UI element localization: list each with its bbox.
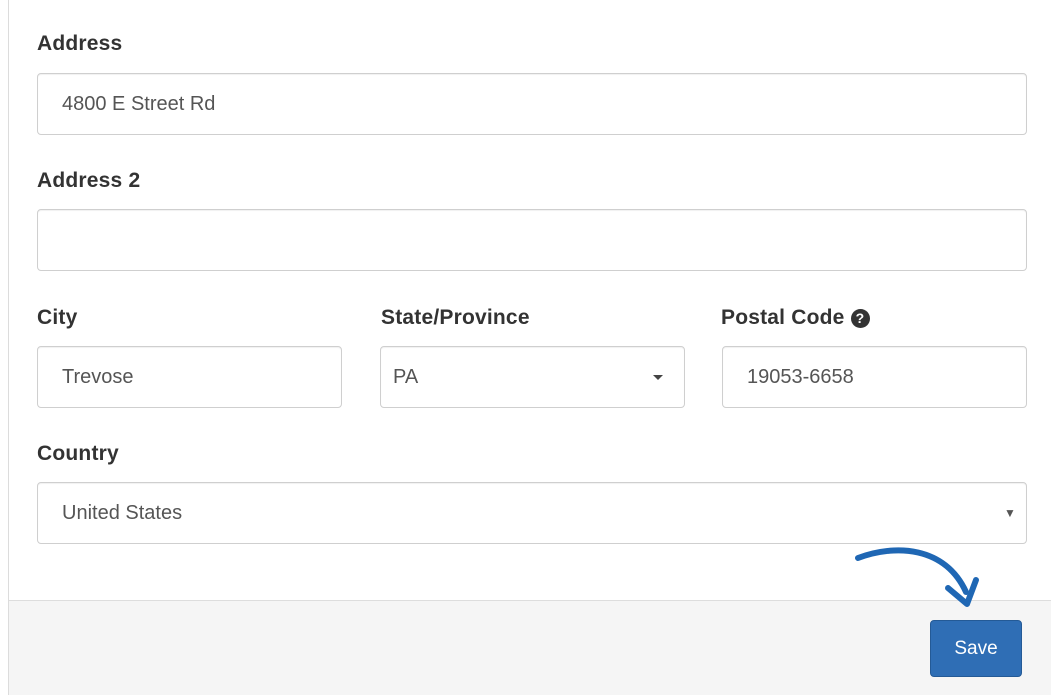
- state-select-value: PA: [393, 365, 419, 388]
- address-input[interactable]: 4800 E Street Rd: [37, 73, 1027, 135]
- address2-input[interactable]: [37, 209, 1027, 271]
- postal-code-label-text: Postal Code: [721, 306, 845, 329]
- caret-down-icon: [653, 375, 663, 380]
- city-input[interactable]: Trevose: [37, 346, 342, 408]
- country-select[interactable]: United States ▼: [37, 482, 1027, 544]
- postal-code-input[interactable]: 19053-6658: [722, 346, 1027, 408]
- curved-arrow-icon: [855, 547, 979, 607]
- postal-code-input-value: 19053-6658: [747, 365, 854, 388]
- save-button[interactable]: Save: [930, 620, 1022, 677]
- address-label: Address: [37, 32, 123, 55]
- question-circle-icon[interactable]: ?: [850, 309, 870, 328]
- city-input-value: Trevose: [62, 365, 134, 388]
- address-input-value: 4800 E Street Rd: [62, 92, 216, 115]
- address2-label: Address 2: [37, 169, 141, 192]
- city-label: City: [37, 306, 78, 329]
- state-select[interactable]: PA: [380, 346, 685, 408]
- country-label: Country: [37, 442, 119, 465]
- country-select-value: United States: [62, 501, 183, 524]
- postal-code-label: Postal Code?: [721, 306, 870, 330]
- dropdown-triangle-icon: ▼: [1004, 506, 1016, 520]
- state-label: State/Province: [381, 306, 530, 329]
